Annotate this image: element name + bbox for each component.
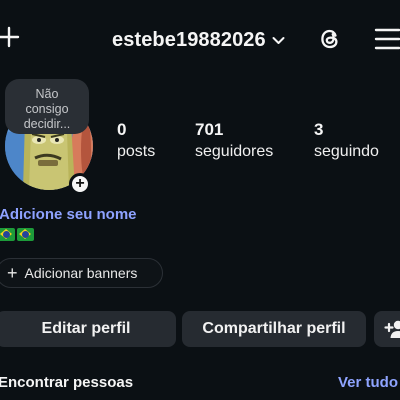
posts-label: posts: [117, 143, 156, 160]
followers-label: seguidores: [195, 143, 274, 160]
brazil-flag-icon: [0, 228, 15, 241]
bio-flags: [0, 228, 34, 241]
following-count: 3: [314, 120, 324, 139]
add-banners-button[interactable]: + Adicionar banners: [0, 258, 163, 288]
account-switcher[interactable]: estebe19882026: [112, 27, 285, 53]
add-story-button[interactable]: +: [69, 173, 91, 195]
posts-count: 0: [117, 120, 127, 139]
share-profile-label: Compartilhar perfil: [202, 320, 346, 337]
create-button[interactable]: [0, 26, 20, 48]
chevron-down-icon: [272, 36, 285, 44]
posts-stat[interactable]: 0 posts: [117, 120, 155, 164]
see-all-link[interactable]: Ver tudo: [338, 374, 398, 391]
threads-icon: [321, 29, 338, 49]
followers-stat[interactable]: 701 seguidores: [195, 120, 273, 164]
note-bubble[interactable]: Não consigo decidir...: [5, 79, 89, 134]
following-label: seguindo: [314, 143, 379, 160]
edit-profile-label: Editar perfil: [41, 320, 131, 337]
note-line: Não: [35, 87, 59, 101]
plus-icon: [0, 26, 20, 48]
brazil-flag-icon: [17, 228, 34, 241]
find-people-heading: Encontrar pessoas: [0, 374, 134, 391]
menu-button[interactable]: [374, 27, 400, 51]
share-profile-button[interactable]: Compartilhar perfil: [182, 311, 366, 347]
top-bar: estebe19882026: [0, 18, 400, 62]
profile-screen: estebe19882026 + Não consigo decidir... …: [0, 0, 400, 400]
following-stat[interactable]: 3 seguindo: [314, 120, 379, 164]
add-name-link[interactable]: Adicione seu nome: [0, 206, 137, 223]
hamburger-menu-icon: [374, 28, 400, 50]
threads-button[interactable]: [317, 26, 343, 52]
add-banners-label: Adicionar banners: [24, 265, 138, 281]
plus-icon: +: [7, 262, 18, 283]
add-person-button[interactable]: [374, 311, 400, 347]
edit-profile-button[interactable]: Editar perfil: [0, 311, 176, 347]
add-person-icon: [384, 320, 400, 338]
followers-count: 701: [195, 120, 224, 139]
note-line: decidir...: [23, 117, 71, 131]
note-line: consigo: [25, 102, 69, 116]
username: estebe19882026: [112, 28, 266, 51]
